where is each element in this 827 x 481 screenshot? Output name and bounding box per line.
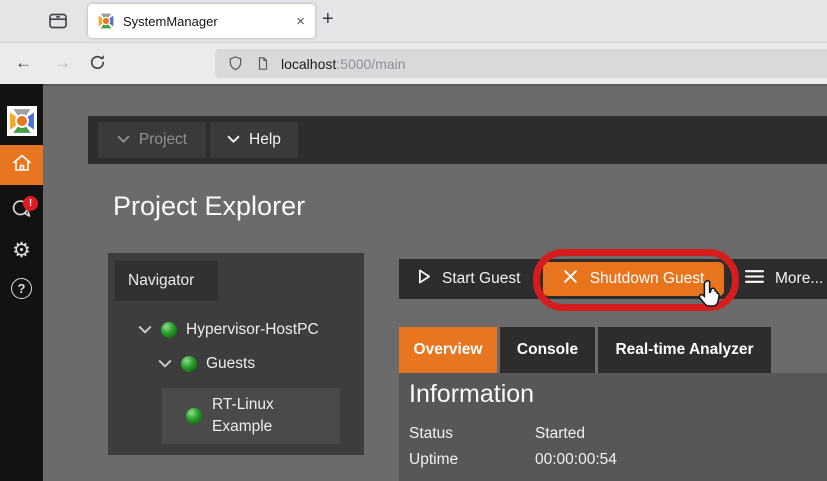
app-sidebar: ! ⚙ ? [0, 84, 43, 481]
page-icon[interactable] [256, 56, 270, 71]
start-guest-button[interactable]: Start Guest [418, 259, 520, 299]
guest-actions-bar: Start Guest Shutdown Guest More... [399, 259, 827, 299]
sidebar-item-settings[interactable]: ⚙ [0, 230, 43, 270]
tree-item-label: RT-Linux Example [212, 396, 274, 435]
tree-item-guests[interactable]: Guests [158, 355, 255, 373]
navigator-panel: Navigator Hypervisor-HostPC Guests RT-Li… [108, 253, 364, 455]
more-label: More... [775, 270, 824, 287]
url-text: localhost:5000/main [281, 56, 406, 72]
chevron-down-icon[interactable] [158, 359, 172, 369]
new-tab-button[interactable]: + [322, 8, 334, 31]
gear-icon: ⚙ [12, 238, 31, 262]
status-green-icon [181, 356, 197, 372]
url-bar[interactable]: localhost:5000/main [215, 49, 827, 78]
sidebar-item-home[interactable] [0, 145, 43, 185]
menu-project-label: Project [138, 131, 188, 148]
more-button[interactable]: More... [745, 259, 823, 299]
browser-toolbar: ← → localhost:5000/main [0, 43, 827, 84]
chevron-down-icon[interactable] [138, 325, 152, 335]
play-icon [418, 269, 431, 289]
tab-close-icon[interactable]: × [296, 14, 305, 29]
tab-title: SystemManager [123, 13, 218, 29]
firefox-view-icon[interactable] [48, 11, 68, 31]
shutdown-guest-button[interactable]: Shutdown Guest [543, 262, 724, 296]
close-icon [563, 269, 578, 289]
back-button[interactable]: ← [15, 52, 32, 74]
browser-tab-bar: SystemManager × + [0, 0, 827, 43]
uptime-label: Uptime [409, 451, 459, 468]
forward-button[interactable]: → [54, 52, 71, 74]
status-green-icon [186, 408, 202, 424]
url-path: :5000/main [336, 55, 406, 72]
chevron-down-icon [227, 131, 240, 149]
information-panel: Information Status Started Uptime 00:00:… [399, 373, 827, 481]
tab-overview[interactable]: Overview [399, 327, 497, 373]
menu-project[interactable]: Project [98, 122, 206, 158]
information-heading: Information [409, 380, 535, 408]
status-label: Status [409, 425, 453, 442]
info-row-status: Status Started [409, 425, 585, 443]
content-top-edge [43, 84, 827, 86]
sidebar-item-messages[interactable] [0, 192, 43, 232]
menu-help-label: Help [249, 131, 281, 148]
status-value: Started [535, 425, 585, 442]
app-logo [7, 106, 37, 136]
info-row-uptime: Uptime 00:00:00:54 [409, 451, 617, 469]
screen: SystemManager × + ← → localhost:5000/mai… [0, 0, 827, 481]
menu-help[interactable]: Help [210, 122, 298, 158]
tree-item-rt-linux-example[interactable]: RT-Linux Example [162, 388, 340, 444]
tab-real-time-analyzer[interactable]: Real-time Analyzer [598, 327, 771, 373]
hamburger-menu-icon [745, 269, 764, 289]
menu-bar: Project Help [88, 116, 827, 164]
notification-badge: ! [23, 196, 38, 211]
start-guest-label: Start Guest [442, 270, 521, 287]
sidebar-item-help[interactable]: ? [0, 268, 43, 308]
browser-tab[interactable]: SystemManager × [88, 4, 315, 38]
page-title: Project Explorer [113, 191, 306, 221]
status-green-icon [161, 322, 177, 338]
navigator-title: Navigator [128, 272, 195, 289]
shield-icon[interactable] [228, 56, 243, 71]
navigator-header: Navigator [115, 261, 218, 301]
tree-item-label: Guests [206, 355, 256, 372]
shutdown-guest-label: Shutdown Guest [589, 270, 705, 287]
tree-item-label: Hypervisor-HostPC [186, 321, 319, 338]
tree-item-hypervisor[interactable]: Hypervisor-HostPC [138, 321, 319, 339]
help-icon: ? [11, 277, 32, 299]
url-host: localhost [281, 55, 337, 72]
uptime-value: 00:00:00:54 [535, 451, 617, 468]
reload-icon[interactable] [89, 54, 106, 77]
favicon-pinwheel-icon [98, 13, 114, 29]
home-icon [11, 152, 33, 179]
chevron-down-icon [117, 131, 130, 149]
tab-console[interactable]: Console [500, 327, 595, 373]
